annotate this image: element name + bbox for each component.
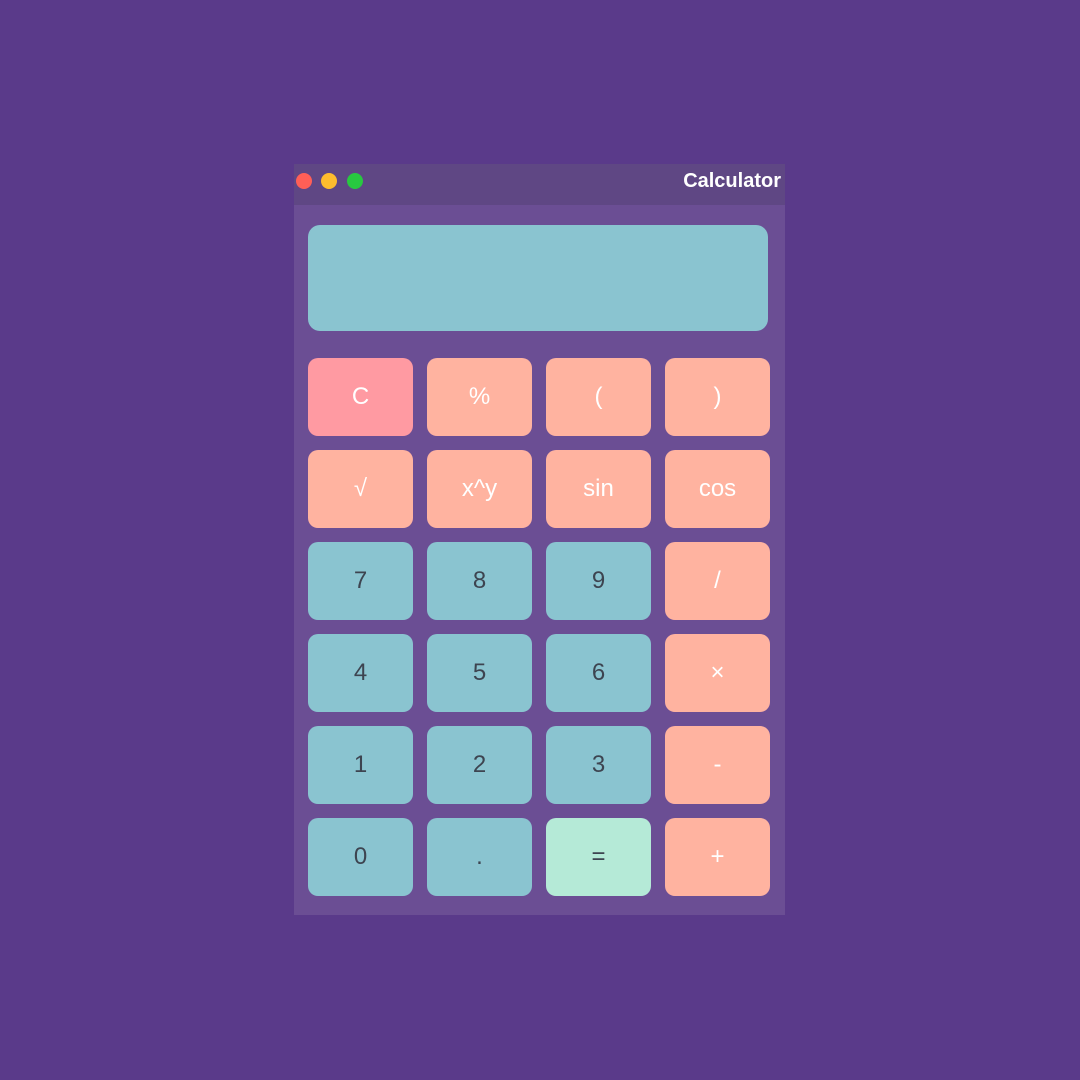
digit-4-button[interactable]: 4 — [308, 634, 413, 712]
decimal-button[interactable]: . — [427, 818, 532, 896]
calculator-window: Calculator C % ( ) √ x^y sin cos 7 8 9 /… — [294, 164, 785, 915]
multiply-button[interactable]: × — [665, 634, 770, 712]
cos-button[interactable]: cos — [665, 450, 770, 528]
close-window-button[interactable] — [296, 173, 312, 189]
maximize-window-button[interactable] — [347, 173, 363, 189]
percent-button[interactable]: % — [427, 358, 532, 436]
minimize-window-button[interactable] — [321, 173, 337, 189]
power-button[interactable]: x^y — [427, 450, 532, 528]
digit-7-button[interactable]: 7 — [308, 542, 413, 620]
window-title: Calculator — [683, 170, 781, 192]
title-bar: Calculator — [294, 164, 785, 205]
digit-5-button[interactable]: 5 — [427, 634, 532, 712]
digit-6-button[interactable]: 6 — [546, 634, 651, 712]
digit-9-button[interactable]: 9 — [546, 542, 651, 620]
keypad: C % ( ) √ x^y sin cos 7 8 9 / 4 5 6 × 1 … — [308, 358, 770, 896]
sin-button[interactable]: sin — [546, 450, 651, 528]
digit-8-button[interactable]: 8 — [427, 542, 532, 620]
equals-button[interactable]: = — [546, 818, 651, 896]
close-paren-button[interactable]: ) — [665, 358, 770, 436]
digit-2-button[interactable]: 2 — [427, 726, 532, 804]
divide-button[interactable]: / — [665, 542, 770, 620]
clear-button[interactable]: C — [308, 358, 413, 436]
add-button[interactable]: + — [665, 818, 770, 896]
calculator-display — [308, 225, 768, 331]
digit-0-button[interactable]: 0 — [308, 818, 413, 896]
open-paren-button[interactable]: ( — [546, 358, 651, 436]
sqrt-button[interactable]: √ — [308, 450, 413, 528]
digit-1-button[interactable]: 1 — [308, 726, 413, 804]
subtract-button[interactable]: - — [665, 726, 770, 804]
digit-3-button[interactable]: 3 — [546, 726, 651, 804]
